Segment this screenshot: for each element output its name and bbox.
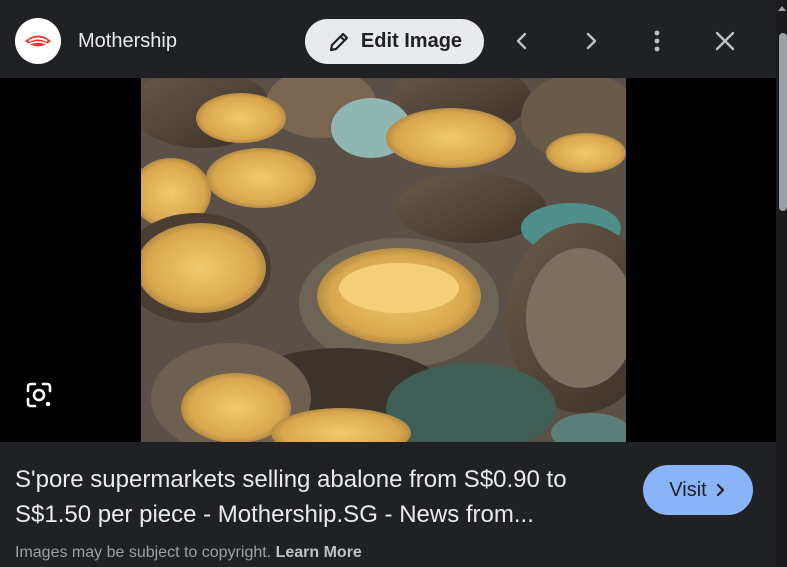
learn-more-link[interactable]: Learn More: [276, 544, 362, 561]
pencil-icon: [329, 32, 349, 51]
close-icon: [715, 31, 735, 51]
close-button[interactable]: [711, 27, 739, 55]
viewer-header: Mothership Edit Image: [0, 0, 776, 78]
copyright-notice: Images may be subject to copyright. Lear…: [15, 544, 362, 562]
chevron-right-icon: [716, 483, 724, 497]
more-options-button[interactable]: [643, 27, 671, 55]
edit-image-label: Edit Image: [360, 30, 463, 52]
scroll-up-arrow-icon[interactable]: [778, 6, 786, 11]
lens-icon: [26, 382, 52, 408]
scrollbar-thumb[interactable]: [779, 33, 787, 211]
lens-search-button[interactable]: [22, 378, 56, 412]
visit-button[interactable]: Visit: [643, 465, 753, 515]
visit-label: Visit: [669, 478, 707, 501]
abalone-photo: [141, 78, 626, 442]
mothership-logo-icon: [25, 35, 51, 47]
copyright-text: Images may be subject to copyright.: [15, 544, 272, 561]
image-preview-area: [0, 78, 776, 442]
previous-button[interactable]: [508, 27, 536, 55]
site-name[interactable]: Mothership: [78, 30, 177, 53]
site-logo[interactable]: [15, 18, 61, 64]
chevron-right-icon: [586, 32, 597, 50]
more-vert-icon: [654, 30, 660, 52]
chevron-left-icon: [516, 32, 527, 50]
preview-image[interactable]: [141, 78, 626, 442]
result-title[interactable]: S'pore supermarkets selling abalone from…: [15, 462, 615, 532]
next-button[interactable]: [577, 27, 605, 55]
edit-image-button[interactable]: Edit Image: [305, 19, 484, 64]
